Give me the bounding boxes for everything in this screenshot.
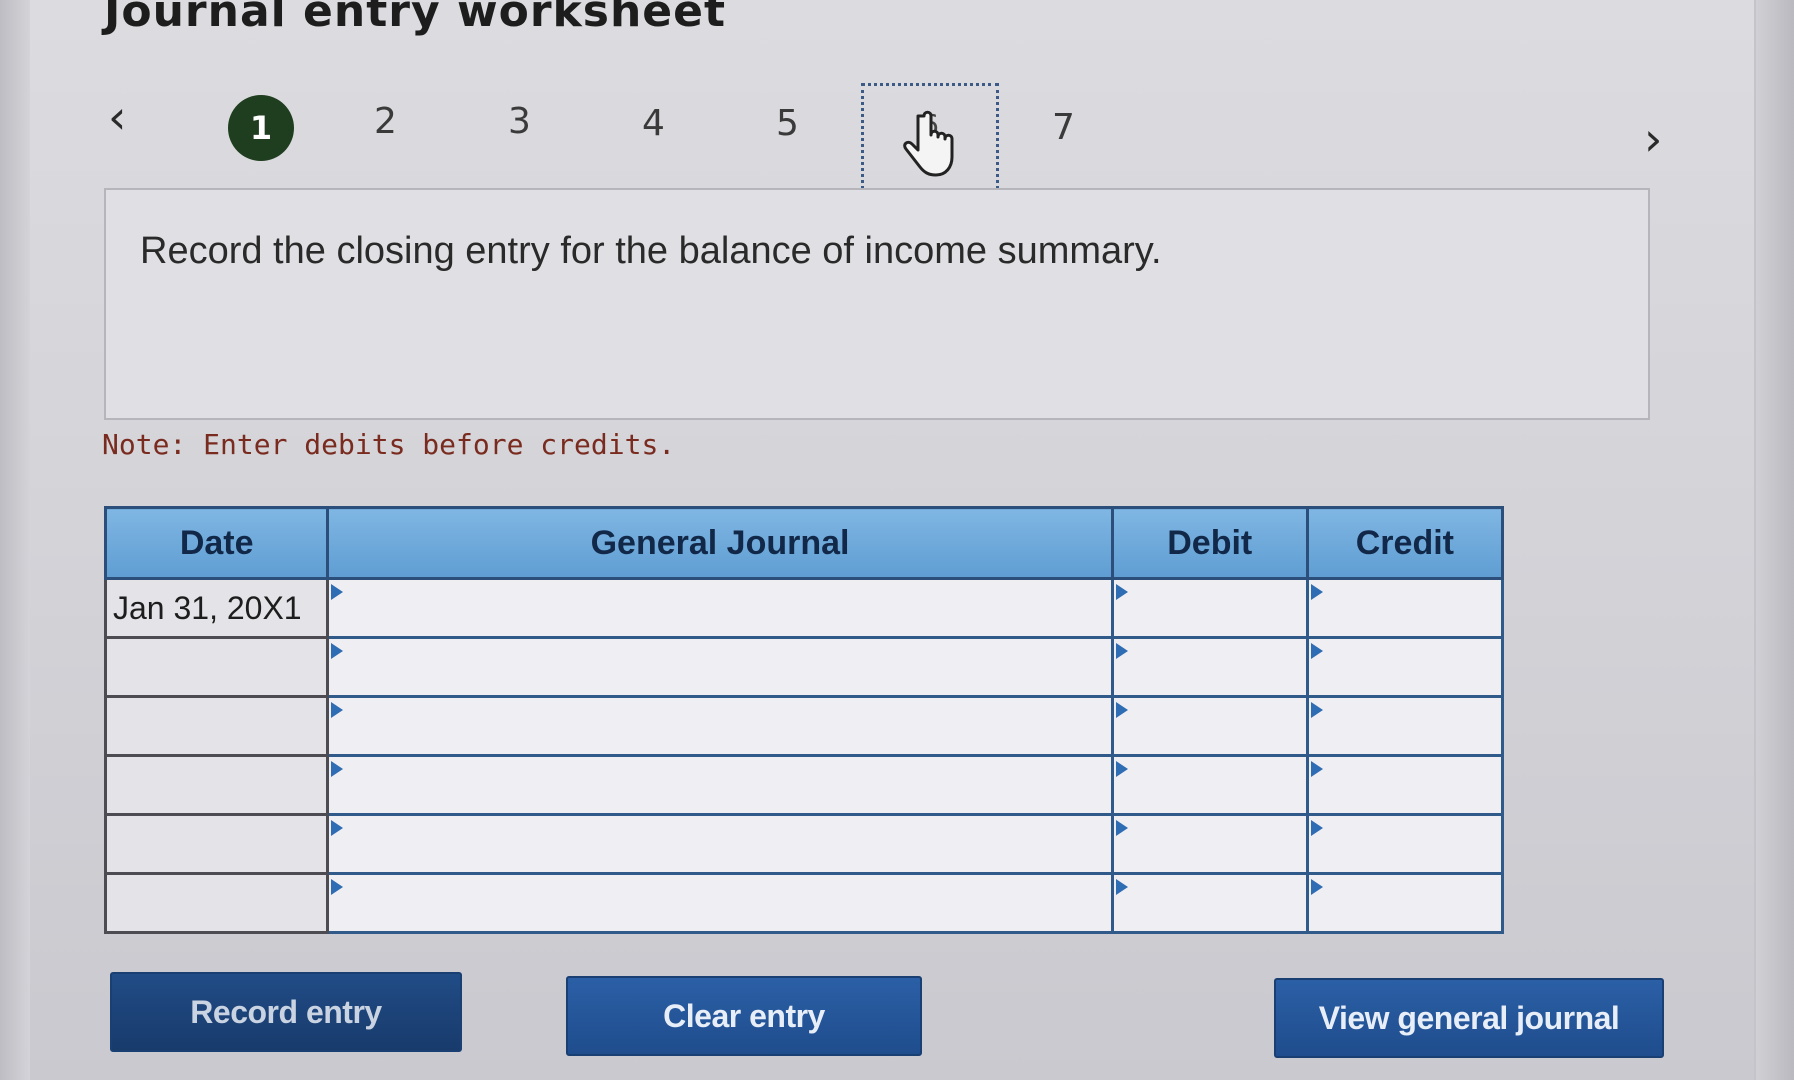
account-input[interactable]: [326, 577, 1114, 639]
chevron-left-icon[interactable]: ‹: [108, 94, 126, 140]
date-cell: [103, 695, 330, 757]
record-entry-button[interactable]: Record entry: [110, 972, 462, 1052]
screen-left-edge: [0, 0, 30, 1080]
table-row: [103, 813, 1505, 875]
date-cell: [103, 636, 330, 698]
step-1-button[interactable]: 1: [228, 95, 294, 161]
hand-pointer-icon: [903, 110, 954, 177]
credit-input[interactable]: [1305, 813, 1505, 875]
table-row: [103, 872, 1505, 934]
debit-input[interactable]: [1110, 695, 1309, 757]
header-credit: Credit: [1305, 506, 1505, 580]
chevron-right-icon[interactable]: ›: [1644, 116, 1662, 162]
date-cell: [103, 872, 330, 934]
note-text: Note: Enter debits before credits.: [102, 428, 676, 461]
account-input[interactable]: [326, 636, 1114, 698]
journal-table: Date General Journal Debit Credit Jan 31…: [103, 506, 1505, 934]
step-1-label: 1: [249, 109, 273, 147]
credit-input[interactable]: [1305, 754, 1505, 816]
table-row: [103, 695, 1505, 757]
table-row: Jan 31, 20X1: [103, 577, 1505, 639]
scrollbar[interactable]: [1754, 0, 1794, 1080]
date-cell: [103, 754, 330, 816]
step-6-button[interactable]: 6: [861, 83, 999, 195]
page-title: Journal entry worksheet: [104, 0, 727, 37]
debit-input[interactable]: [1110, 872, 1309, 934]
step-7-button[interactable]: 7: [1052, 110, 1075, 146]
journal-entry-worksheet: Journal entry worksheet ‹ 1 2 3 4 5 6 7 …: [0, 0, 1794, 1080]
account-input[interactable]: [326, 813, 1114, 875]
step-3-button[interactable]: 3: [508, 104, 531, 140]
debit-input[interactable]: [1110, 577, 1309, 639]
date-cell: [103, 813, 330, 875]
date-cell: Jan 31, 20X1: [103, 577, 330, 639]
credit-input[interactable]: [1305, 872, 1505, 934]
question-text: Record the closing entry for the balance…: [140, 230, 1162, 272]
credit-input[interactable]: [1305, 695, 1505, 757]
account-input[interactable]: [326, 872, 1114, 934]
view-general-journal-button[interactable]: View general journal: [1274, 978, 1664, 1058]
clear-entry-button[interactable]: Clear entry: [566, 976, 922, 1056]
debit-input[interactable]: [1110, 813, 1309, 875]
header-general-journal: General Journal: [326, 506, 1114, 580]
table-row: [103, 636, 1505, 698]
account-input[interactable]: [326, 754, 1114, 816]
header-date: Date: [103, 506, 330, 580]
journal-header-row: Date General Journal Debit Credit: [103, 506, 1505, 580]
step-2-button[interactable]: 2: [374, 104, 397, 140]
header-debit: Debit: [1110, 506, 1309, 580]
debit-input[interactable]: [1110, 754, 1309, 816]
table-row: [103, 754, 1505, 816]
credit-input[interactable]: [1305, 636, 1505, 698]
credit-input[interactable]: [1305, 577, 1505, 639]
account-input[interactable]: [326, 695, 1114, 757]
question-panel: Record the closing entry for the balance…: [104, 188, 1650, 420]
step-4-button[interactable]: 4: [642, 106, 665, 142]
debit-input[interactable]: [1110, 636, 1309, 698]
step-5-button[interactable]: 5: [776, 106, 799, 142]
